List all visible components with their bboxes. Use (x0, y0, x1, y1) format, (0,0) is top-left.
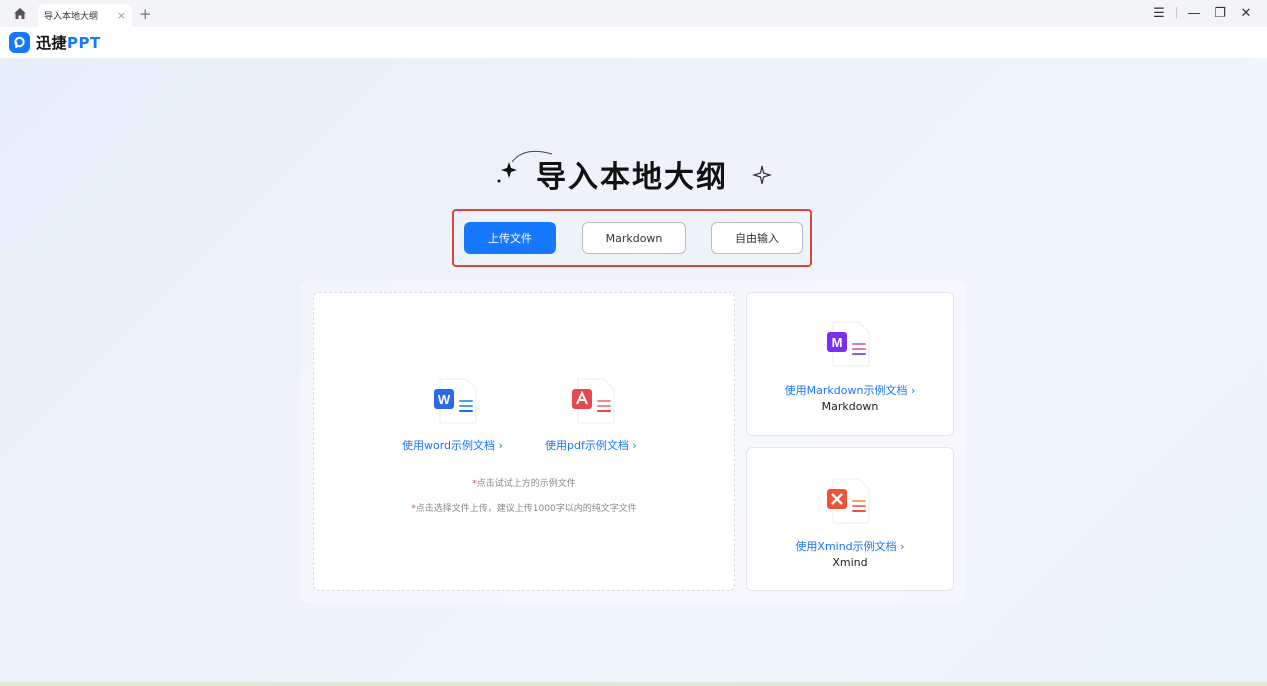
page-heading: 导入本地大纲 (490, 138, 780, 195)
hint-try-sample: *点击试试上方的示例文件 (313, 476, 735, 489)
pdf-sample-link[interactable]: 使用pdf示例文档 › (545, 437, 637, 453)
word-doc-icon: W (434, 378, 477, 424)
restore-button[interactable]: ❐ (1207, 2, 1233, 24)
markdown-doc-icon: M (827, 321, 870, 367)
xmind-label: Xmind (832, 556, 868, 569)
hint-text: 点击试试上方的示例文件 (476, 479, 576, 489)
logo-text-main: 迅捷 (36, 34, 68, 52)
markdown-label: Markdown (821, 400, 879, 413)
word-sample-link[interactable]: 使用word示例文档 › (402, 437, 503, 453)
markdown-button[interactable]: Markdown (582, 222, 686, 254)
free-input-button[interactable]: 自由输入 (711, 222, 803, 254)
menu-icon[interactable]: ☰ (1146, 2, 1172, 24)
app-logo-icon (9, 32, 30, 53)
taskbar-strip (0, 682, 1267, 686)
home-button[interactable] (0, 0, 40, 27)
minimize-button[interactable]: — (1181, 2, 1207, 24)
hint-text: 点击选择文件上传，建议上传1000字以内的纯文字文件 (415, 504, 637, 514)
hint-upload-limit: *点击选择文件上传，建议上传1000字以内的纯文字文件 (313, 501, 735, 514)
divider (1176, 7, 1177, 19)
home-icon (14, 8, 26, 19)
new-tab-button[interactable]: + (139, 5, 152, 23)
window-controls: ☰ — ❐ ✕ (1146, 2, 1259, 24)
upload-file-button[interactable]: 上传文件 (464, 222, 556, 254)
tab-import-outline[interactable]: 导入本地大纲 × (38, 4, 132, 27)
svg-text:W: W (438, 392, 451, 407)
page-title: 导入本地大纲 (536, 160, 728, 195)
sparkle-outline-icon (751, 165, 772, 185)
import-mode-selector: 上传文件 Markdown 自由输入 (452, 209, 812, 267)
tab-close-icon[interactable]: × (117, 9, 126, 22)
upload-dropzone[interactable] (313, 292, 735, 591)
close-window-button[interactable]: ✕ (1233, 2, 1259, 24)
pdf-doc-icon (572, 378, 615, 424)
xmind-sample-link[interactable]: 使用Xmind示例文档 › (746, 538, 954, 554)
svg-text:M: M (832, 335, 843, 350)
markdown-sample-link[interactable]: 使用Markdown示例文档 › (746, 382, 954, 398)
window-titlebar: 导入本地大纲 × + ☰ — ❐ ✕ (0, 0, 1267, 27)
app-logo-text: 迅捷PPT (36, 32, 101, 53)
tab-label: 导入本地大纲 (44, 12, 99, 22)
app-header: 迅捷PPT (0, 27, 1267, 58)
logo-text-ppt: PPT (67, 34, 101, 52)
xmind-doc-icon (827, 478, 870, 524)
